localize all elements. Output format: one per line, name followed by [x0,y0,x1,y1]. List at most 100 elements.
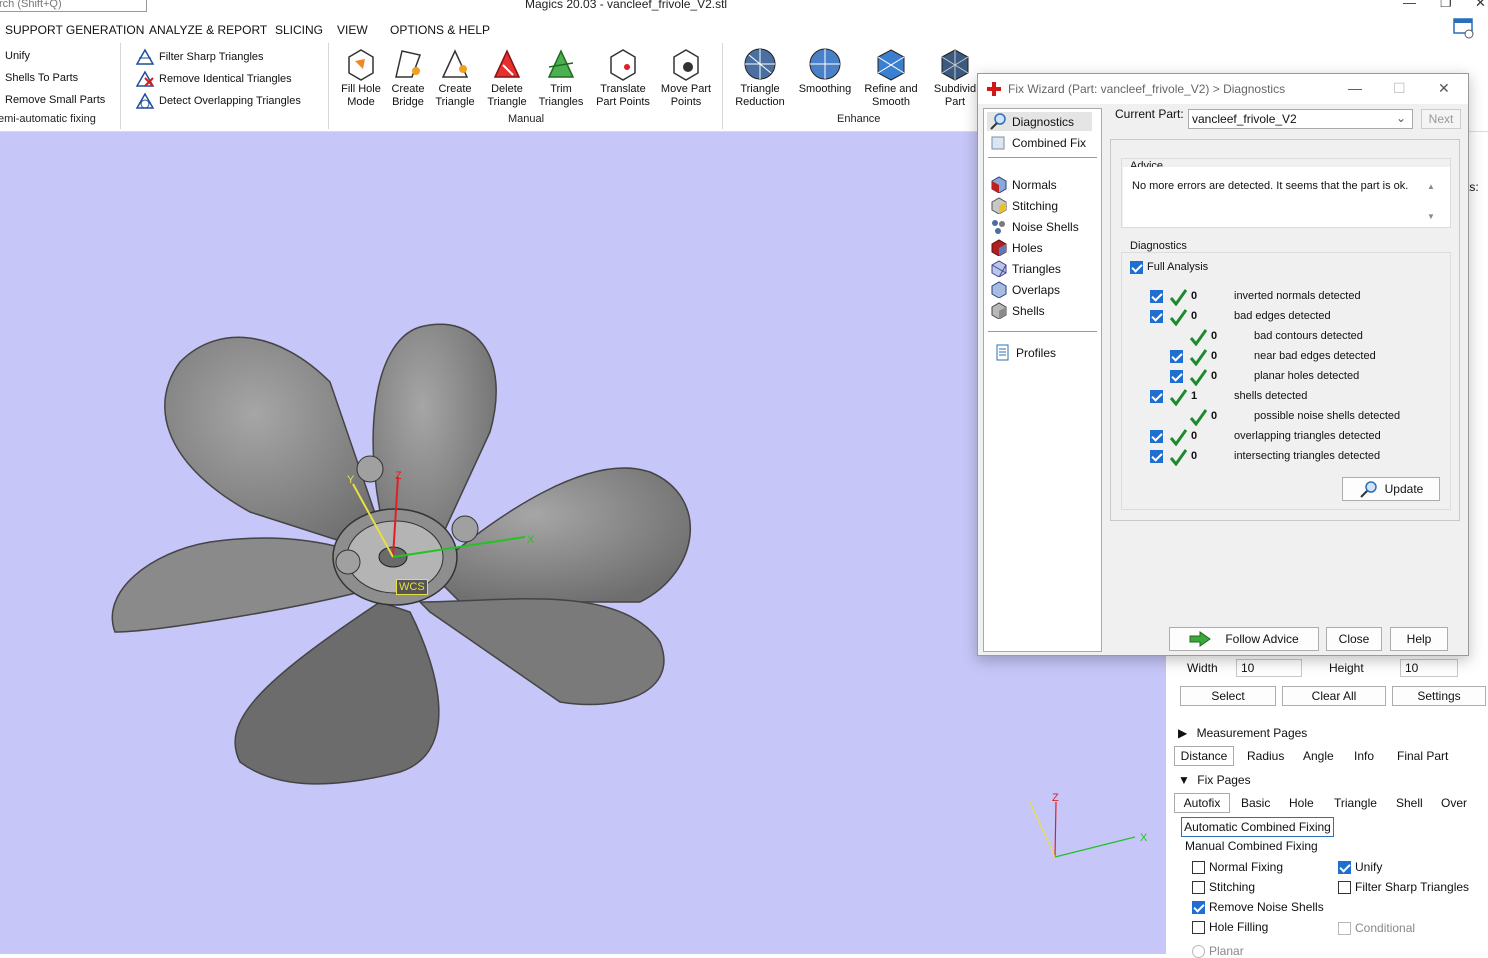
tab-hole[interactable]: Hole [1289,793,1314,813]
clear-all-button[interactable]: Clear All [1282,686,1386,706]
search-input[interactable]: rch (Shift+Q) [0,0,147,12]
conditional-checkbox[interactable] [1338,921,1351,935]
diagnostic-row-checkbox[interactable] [1150,290,1163,303]
diagnostic-row-checkbox[interactable] [1150,390,1163,403]
scroll-up-icon[interactable]: ▲ [1427,182,1435,191]
create-triangle-button[interactable]: Create Triangle [426,47,484,109]
tab-autofix[interactable]: Autofix [1174,793,1230,813]
tab-basic[interactable]: Basic [1241,793,1270,813]
delete-triangle-l2: Triangle [487,96,527,108]
option-stitching[interactable]: Stitching [1192,880,1255,894]
option-normal-fixing[interactable]: Normal Fixing [1192,860,1283,874]
dialog-minimize-icon[interactable]: — [1348,80,1362,96]
dialog-close-icon[interactable]: ✕ [1438,80,1450,97]
subdivide-part-button[interactable]: Subdivid Part [926,47,984,109]
height-input[interactable]: 10 [1400,659,1458,677]
advice-textbox[interactable] [1123,167,1450,227]
group-label-enhance: Enhance [837,113,881,125]
nav-triangles[interactable]: Triangles [990,259,1061,278]
follow-advice-button[interactable]: Follow Advice [1169,627,1319,651]
stitching-checkbox[interactable] [1192,880,1205,894]
option-unify[interactable]: Unify [1338,860,1382,874]
menu-view[interactable]: VIEW [337,23,368,37]
menu-analyze-report[interactable]: ANALYZE & REPORT [149,23,267,37]
close-icon[interactable]: ✕ [1475,0,1486,11]
unify-button[interactable]: Unify [0,50,30,62]
planar-radio[interactable] [1192,944,1205,958]
nav-stitching[interactable]: Stitching [990,196,1058,215]
full-analysis-checkbox[interactable] [1130,260,1143,274]
nav-holes[interactable]: Holes [990,238,1043,257]
remove-identical-triangles-button[interactable]: Remove Identical Triangles [135,70,292,88]
select-button[interactable]: Select [1180,686,1276,706]
tab-angle[interactable]: Angle [1303,746,1334,766]
close-button[interactable]: Close [1326,627,1382,651]
minimize-icon[interactable]: — [1403,0,1416,10]
remove-noise-shells-checkbox[interactable] [1192,900,1205,914]
update-button[interactable]: Update [1342,477,1440,501]
unify-checkbox[interactable] [1338,860,1351,874]
move-part-points-button[interactable]: Move Part Points [657,47,715,109]
option-remove-noise-shells[interactable]: Remove Noise Shells [1192,900,1324,914]
detect-overlapping-triangles-button[interactable]: Detect Overlapping Triangles [135,92,301,110]
trim-triangles-button[interactable]: Trim Triangles [532,47,590,109]
measurement-pages-expander[interactable]: ▶ Measurement Pages [1178,726,1307,740]
diagnostic-row-checkbox[interactable] [1170,370,1183,383]
tab-overlap[interactable]: Over [1441,793,1467,813]
measurement-pages-label: Measurement Pages [1196,726,1308,740]
diagnostic-row-checkbox[interactable] [1150,430,1163,443]
smoothing-button[interactable]: Smoothing [796,47,854,96]
remove-small-parts-button[interactable]: Remove Small Parts [0,94,105,106]
nav-combined-fix[interactable]: Combined Fix [990,133,1086,152]
group-separator [722,43,723,129]
full-analysis-option[interactable]: Full Analysis [1130,258,1208,276]
fix-pages-expander[interactable]: ▼ Fix Pages [1178,773,1251,787]
translate-part-points-button[interactable]: Translate Part Points [594,47,652,109]
fill-hole-icon [348,49,374,81]
corner-axis-z-label: Z [1052,792,1059,804]
automatic-combined-fixing-button[interactable]: Automatic Combined Fixing [1181,817,1334,837]
remove-small-parts-label: Remove Small Parts [5,94,106,106]
shells-to-parts-button[interactable]: Shells To Parts [0,72,78,84]
diagnostic-row-checkbox[interactable] [1150,310,1163,323]
nav-divider [988,157,1097,158]
settings-button[interactable]: Settings [1392,686,1486,706]
option-hole-filling[interactable]: Hole Filling [1192,920,1268,934]
refine-and-smooth-button[interactable]: Refine and Smooth [862,47,920,109]
tab-distance[interactable]: Distance [1174,746,1234,766]
option-planar[interactable]: Planar [1192,944,1244,958]
tab-info[interactable]: Info [1354,746,1374,766]
nav-noise-shells[interactable]: Noise Shells [990,217,1079,236]
next-button[interactable]: Next [1421,109,1461,129]
menu-options-help[interactable]: OPTIONS & HELP [390,23,490,37]
green-check-icon [1169,288,1188,307]
nav-normals[interactable]: Normals [990,175,1057,194]
width-input[interactable]: 10 [1236,659,1302,677]
maximize-icon[interactable]: ❐ [1440,0,1452,11]
triangle-reduction-button[interactable]: Triangle Reduction [731,47,789,109]
tab-final-part[interactable]: Final Part [1397,746,1448,766]
filter-sharp-triangles-button[interactable]: Filter Sharp Triangles [135,48,264,66]
diagnostic-row-checkbox[interactable] [1170,350,1183,363]
scroll-down-icon[interactable]: ▼ [1427,212,1435,221]
option-conditional[interactable]: Conditional [1338,921,1415,935]
diagnostic-row: 0 bad contours detected [978,328,1458,347]
tab-triangle[interactable]: Triangle [1334,793,1377,813]
dialog-maximize-icon[interactable]: ☐ [1393,80,1406,97]
hole-filling-checkbox[interactable] [1192,920,1205,934]
option-filter-sharp-triangles[interactable]: Filter Sharp Triangles [1338,880,1469,894]
tab-shell[interactable]: Shell [1396,793,1423,813]
menu-slicing[interactable]: SLICING [275,23,323,37]
help-button[interactable]: Help [1390,627,1448,651]
delete-triangle-button[interactable]: Delete Triangle [478,47,536,109]
normal-fixing-checkbox[interactable] [1192,860,1205,874]
current-part-select[interactable]: vancleef_frivole_V2 ⌄ [1188,109,1413,129]
filter-sharp-triangles-checkbox[interactable] [1338,880,1351,894]
panel-toggle-icon[interactable] [1452,17,1476,39]
diagnostic-row-label: near bad edges detected [1254,350,1376,362]
create-triangle-l2: Triangle [435,96,475,108]
menu-support-generation[interactable]: SUPPORT GENERATION [5,23,144,37]
nav-diagnostics[interactable]: Diagnostics [987,112,1092,131]
diagnostic-row-checkbox[interactable] [1150,450,1163,463]
tab-radius[interactable]: Radius [1247,746,1284,766]
